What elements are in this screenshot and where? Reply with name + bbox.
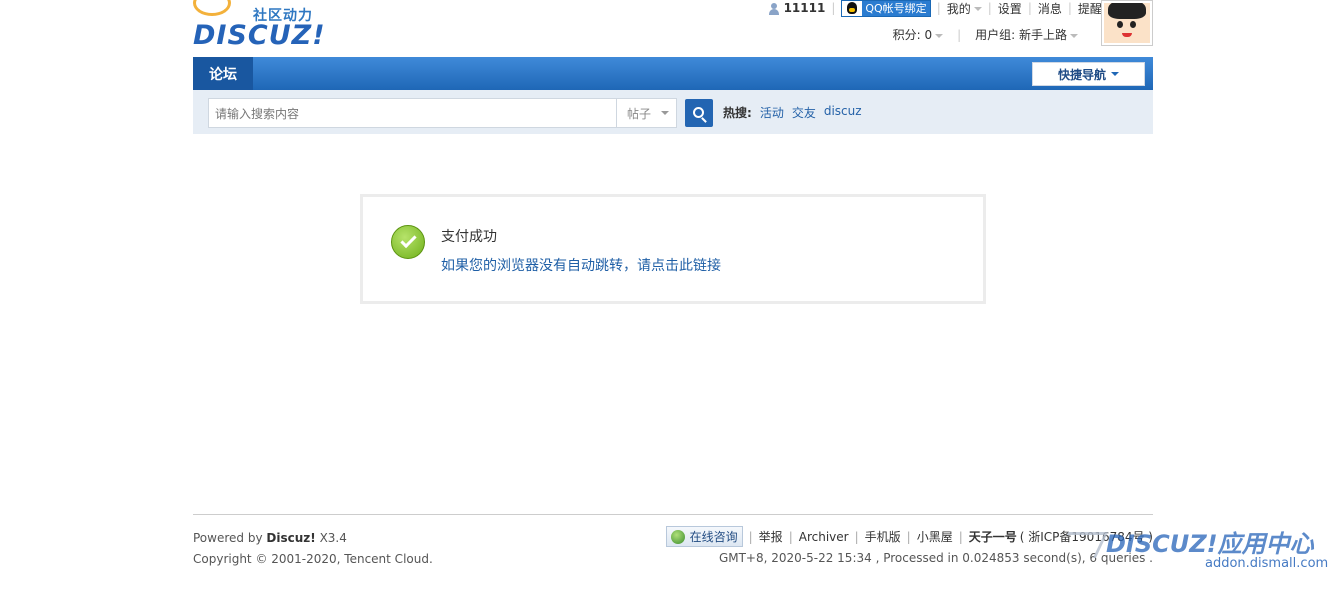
chevron-down-icon xyxy=(661,111,670,115)
username-link[interactable]: 11111 xyxy=(784,1,826,15)
user-menu: 11111 | QQ帐号绑定 | 我的 | 设置 | 消息 | 提醒 | 退出 xyxy=(768,0,1153,17)
watermark-url: addon.dismall.com xyxy=(1205,556,1329,571)
copyright: Copyright © 2001-2020, Tencent Cloud. xyxy=(193,552,433,566)
qq-bind-button[interactable]: QQ帐号绑定 xyxy=(841,0,931,17)
footer-left: Powered by Discuz! X3.4 Copyright © 2001… xyxy=(193,528,433,570)
watermark-bird-icon xyxy=(1055,532,1109,558)
search-icon xyxy=(692,106,704,118)
points-menu[interactable]: 积分: 0 xyxy=(893,26,944,43)
site-logo[interactable]: 社区动力 DISCUZ! xyxy=(193,0,333,52)
hot-keyword[interactable]: 交友 xyxy=(792,104,816,121)
nav-tab-forum[interactable]: 论坛 xyxy=(193,57,253,90)
search-input[interactable]: 请输入搜索内容 xyxy=(208,98,617,128)
mobile-link[interactable]: 手机版 xyxy=(865,528,901,545)
qq-bind-label: QQ帐号绑定 xyxy=(865,2,927,15)
logo-brand: DISCUZ! xyxy=(193,20,326,51)
hot-keyword[interactable]: 活动 xyxy=(760,104,784,121)
user-icon xyxy=(768,2,780,15)
avatar[interactable] xyxy=(1101,0,1153,46)
chevron-down-icon xyxy=(973,7,982,11)
online-consult-button[interactable]: 在线咨询 xyxy=(665,526,743,547)
qq-icon xyxy=(842,0,863,16)
chevron-down-icon xyxy=(1111,72,1119,76)
footer-divider xyxy=(193,514,1153,515)
quick-nav-button[interactable]: 快捷导航 xyxy=(1032,62,1145,86)
hot-search-label: 热搜: xyxy=(723,106,752,120)
redirect-link[interactable]: 如果您的浏览器没有自动跳转，请点击此链接 xyxy=(441,255,721,275)
watermark: DISCUZ!应用中心 addon.dismall.com xyxy=(1055,524,1334,574)
report-link[interactable]: 举报 xyxy=(759,528,783,545)
main-nav: 论坛 快捷导航 xyxy=(193,57,1153,90)
discuz-link[interactable]: Discuz! xyxy=(266,531,315,545)
globe-icon xyxy=(670,529,685,544)
message-box: 支付成功 如果您的浏览器没有自动跳转，请点击此链接 xyxy=(360,194,986,304)
watermark-brand: DISCUZ!应用中心 xyxy=(1106,530,1314,558)
menu-settings[interactable]: 设置 xyxy=(998,0,1022,17)
blacklist-link[interactable]: 小黑屋 xyxy=(917,528,953,545)
search-button[interactable] xyxy=(685,99,713,127)
logo-bubble-icon xyxy=(193,0,231,16)
user-info: 积分: 0 | 用户组: 新手上路 xyxy=(893,26,1078,43)
search-type-select[interactable]: 帖子 xyxy=(616,98,677,128)
hot-search: 热搜: 活动 交友 discuz xyxy=(723,104,862,121)
hot-keyword[interactable]: discuz xyxy=(824,104,862,121)
menu-messages[interactable]: 消息 xyxy=(1038,0,1062,17)
menu-my[interactable]: 我的 xyxy=(947,0,982,17)
search-bar: 请输入搜索内容 帖子 热搜: 活动 交友 discuz xyxy=(193,90,1153,134)
site-name-link[interactable]: 天子一号 xyxy=(969,528,1017,545)
archiver-link[interactable]: Archiver xyxy=(799,530,849,544)
chevron-down-icon xyxy=(1070,33,1078,38)
message-title: 支付成功 xyxy=(441,229,497,245)
chevron-down-icon xyxy=(935,33,944,38)
usergroup-menu[interactable]: 用户组: 新手上路 xyxy=(975,26,1078,43)
success-check-icon xyxy=(391,225,425,259)
